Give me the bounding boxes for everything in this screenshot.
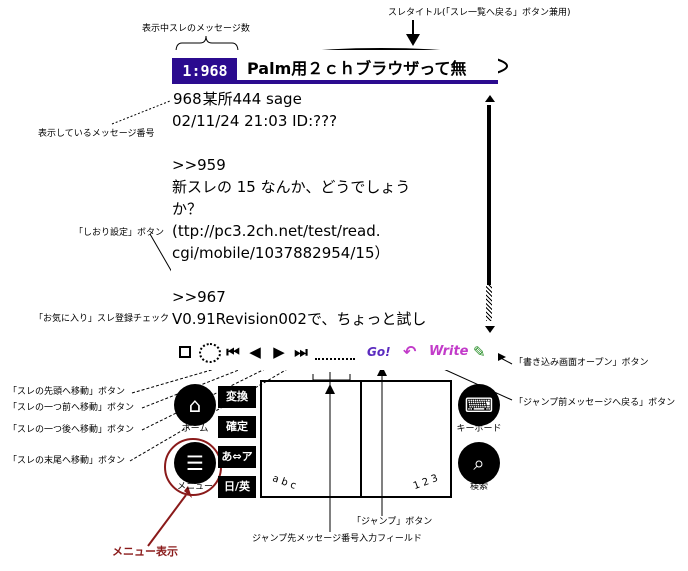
palm-screen: 1:968 Palm用２ｃｈブラウザって無 968某所444 sage 02/1… [171,50,498,370]
callout-jump: 「ジャンプ」ボタン [352,517,433,527]
callout-go-next: 「スレの一つ後へ移動」ボタン [8,425,135,435]
message-line: >>959 [172,156,226,174]
callout-bookmark: 「しおり設定」ボタン [74,228,165,238]
home-label: ホーム [181,424,209,434]
go-next-icon[interactable]: ▶ [271,344,287,360]
write-button[interactable]: Write [429,343,468,361]
message-author: 某所444 sage [202,90,302,108]
silkscreen-area: ⌂ ホーム ☰ メニュー 変換 確定 あ⇔ア 日/英 a b c 1 2 3 ⌨… [164,378,506,502]
callout-go-prev: 「スレの一つ前へ移動」ボタン [8,403,135,413]
message-view: 968某所444 sage 02/11/24 21:03 ID:??? >>95… [171,88,477,332]
search-icon[interactable]: ⌕ [458,442,500,484]
kakutei-key[interactable]: 確定 [218,416,256,438]
graffiti-divider [360,382,362,496]
search-label: 検索 [469,482,488,492]
callout-favorite: 「お気に入り」スレ登録チェック [34,314,170,324]
callout-go-first: 「スレの先頭へ移動」ボタン [8,387,126,397]
go-last-icon[interactable]: ⏭ [293,344,309,360]
message-count-badge: 1:968 [172,58,238,84]
title-bar: 1:968 Palm用２ｃｈブラウザって無 [171,54,498,88]
message-line: (ttp://pc3.2ch.net/test/read. [172,222,381,240]
graffiti-area[interactable]: a b c 1 2 3 [260,380,452,498]
henkan-key[interactable]: 変換 [218,386,256,408]
graffiti-letters-label: a b c [270,473,298,492]
thread-title-button[interactable]: Palm用２ｃｈブラウザって無 [237,54,498,84]
thread-title: Palm用２ｃｈブラウザって無 [247,59,467,78]
favorite-checkbox[interactable] [179,346,191,358]
scroll-thumb[interactable] [487,105,491,285]
message-header-line: 968某所444 sage [172,88,302,110]
scroll-up-arrow-icon[interactable] [485,95,495,102]
go-first-icon[interactable]: ⏮ [225,344,241,360]
callout-go-last: 「スレの末尾へ移動」ボタン [8,456,126,466]
kana-toggle-key[interactable]: あ⇔ア [218,446,256,468]
callout-jump-field: ジャンプ先メッセージ番号入力フィールド [252,534,422,544]
message-line: >>967 [172,288,226,306]
callout-message-number: 表示しているメッセージ番号 [38,129,155,139]
jump-go-button[interactable]: Go! [367,342,391,362]
scrollbar[interactable] [484,95,496,333]
menu-highlight-ring [164,438,222,496]
message-line: 02/11/24 21:03 ID:??? [172,112,338,130]
callout-menu: メニュー表示 [112,545,178,558]
lang-toggle-key[interactable]: 日/英 [218,476,256,498]
callout-write: 「書き込み画面オープン」ボタン [514,358,649,368]
scroll-track[interactable] [486,285,492,321]
keyboard-icon[interactable]: ⌨ [458,384,500,426]
jump-back-icon[interactable]: ↶ [403,342,416,362]
jump-number-field[interactable] [315,344,355,360]
pen-icon[interactable]: ✎ [473,342,486,362]
callout-jump-back: 「ジャンプ前メッセージへ戻る」ボタン [514,398,676,408]
go-prev-icon[interactable]: ◀ [247,344,263,360]
home-icon[interactable]: ⌂ [174,384,216,426]
message-number: 968 [173,90,202,108]
message-line: 新スレの 15 なんか、どうでしょう [172,178,411,196]
keyboard-label: キーボード [456,424,502,434]
message-line: V0.91Revision002で、ちょっと試し [172,310,427,328]
bookmark-button[interactable] [199,343,221,363]
scroll-down-arrow-icon[interactable] [485,326,495,333]
message-line: cgi/mobile/1037882954/15） [172,244,390,262]
toolbar: ⏮ ◀ ▶ ⏭ Go! ↶ Write ✎ [171,340,498,366]
message-line: か？ [172,200,203,218]
callout-thread-title: スレタイトル(「スレ一覧へ戻る」ボタン兼用) [388,8,571,18]
graffiti-numbers-label: 1 2 3 [411,472,440,493]
callout-message-count: 表示中スレのメッセージ数 [142,24,250,34]
